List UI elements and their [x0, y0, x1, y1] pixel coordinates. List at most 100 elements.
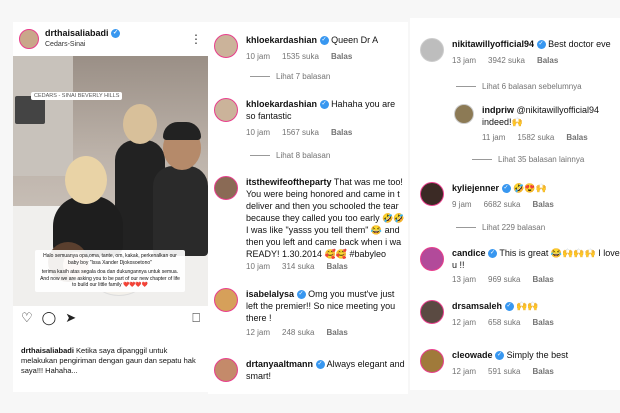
comment-username[interactable]: khloekardashian — [246, 99, 317, 109]
avatar[interactable] — [214, 98, 238, 122]
avatar[interactable] — [420, 349, 444, 373]
comment-time: 10 jam — [246, 52, 271, 61]
reply-button[interactable]: Balas — [532, 200, 553, 209]
view-replies-button[interactable]: Lihat 35 balasan lainnya — [472, 155, 584, 164]
comment-likes[interactable]: 969 suka — [488, 275, 520, 284]
comment-username[interactable]: nikitawillyofficial94 — [452, 39, 534, 49]
avatar[interactable] — [214, 34, 238, 58]
view-replies-label[interactable]: Lihat 7 balasan — [276, 72, 330, 81]
post-author-avatar[interactable] — [19, 29, 39, 49]
comment-likes[interactable]: 1567 suka — [282, 128, 319, 137]
divider — [250, 76, 270, 77]
comments-column-right: nikitawillyofficial94 ✓ Best doctor eve … — [410, 18, 620, 390]
reply-button[interactable]: Balas — [532, 275, 553, 284]
reply-button[interactable]: Balas — [566, 133, 587, 142]
post-author-username[interactable]: drthaisaliabadi — [45, 28, 109, 38]
overlay-paragraph: terima kasih atas segala doa dan dukunga… — [40, 269, 180, 288]
comment-username[interactable]: indpriw — [482, 105, 514, 115]
avatar[interactable] — [214, 176, 238, 200]
photo-monitor — [15, 96, 45, 124]
comment-text: nikitawillyofficial94 ✓ Best doctor eve — [452, 38, 620, 50]
comment-likes[interactable]: 1582 suka — [517, 133, 554, 142]
comment-likes[interactable]: 248 suka — [282, 328, 314, 337]
view-replies-button[interactable]: Lihat 8 balasan — [250, 151, 330, 160]
verified-badge-icon: ✓ — [315, 360, 325, 370]
view-replies-label[interactable]: Lihat 35 balasan lainnya — [498, 155, 584, 164]
avatar[interactable] — [420, 300, 444, 324]
verified-badge-icon: ✓ — [504, 302, 514, 312]
view-replies-button[interactable]: Lihat 229 balasan — [456, 223, 545, 232]
reply-button[interactable]: Balas — [326, 262, 347, 271]
post-photo[interactable]: CEDARS - SINAI BEVERLY HILLS Halo semuan… — [13, 56, 208, 306]
avatar[interactable] — [420, 182, 444, 206]
comment-time: 11 jam — [482, 133, 506, 142]
verified-badge-icon: ✓ — [488, 249, 498, 259]
comment-text: indpriw @nikitawillyofficial94 indeed!🙌 — [482, 104, 620, 128]
comment-content: Queen Dr A — [331, 35, 379, 45]
view-replies-label[interactable]: Lihat 8 balasan — [276, 151, 330, 160]
comment-time: 12 jam — [452, 318, 477, 327]
comment-time: 13 jam — [452, 275, 477, 284]
divider — [250, 155, 270, 156]
divider — [456, 227, 476, 228]
photo-person — [123, 104, 157, 144]
comment-meta: 10 jam 1535 suka Balas — [246, 52, 352, 61]
comment-text: isabelalysa ✓ Omg you must've just left … — [246, 288, 406, 324]
save-icon[interactable]: ⎕ — [192, 311, 200, 324]
verified-badge-icon: ✓ — [501, 184, 511, 194]
comment-likes[interactable]: 1535 suka — [282, 52, 319, 61]
reply-button[interactable]: Balas — [532, 318, 553, 327]
post-header: drthaisaliabadi ✓ Cedars-Sinai ⋮ — [13, 22, 208, 56]
comment-username[interactable]: candice — [452, 248, 486, 258]
like-icon[interactable]: ♡ — [21, 311, 33, 324]
comment-meta: 9 jam 6682 suka Balas — [452, 200, 554, 209]
avatar[interactable] — [420, 38, 444, 62]
comments-column-left: khloekardashian ✓ Queen Dr A 10 jam 1535… — [208, 22, 408, 394]
view-replies-button[interactable]: Lihat 7 balasan — [250, 72, 330, 81]
comment-icon[interactable]: ◯ — [42, 311, 57, 324]
comment-username[interactable]: isabelalysa — [246, 289, 294, 299]
comment-time: 13 jam — [452, 56, 477, 65]
comment-meta: 12 jam 658 suka Balas — [452, 318, 554, 327]
comment-username[interactable]: cleowade — [452, 350, 493, 360]
divider — [456, 86, 476, 87]
comment-likes[interactable]: 658 suka — [488, 318, 520, 327]
reply-button[interactable]: Balas — [532, 367, 553, 376]
comment-meta: 11 jam 1582 suka Balas — [482, 133, 588, 142]
avatar[interactable] — [214, 288, 238, 312]
comment-meta: 12 jam 248 suka Balas — [246, 328, 348, 337]
view-replies-label[interactable]: Lihat 6 balasan sebelumnya — [482, 82, 582, 91]
photo-person — [163, 122, 201, 140]
divider — [472, 159, 492, 160]
comment-time: 9 jam — [452, 200, 472, 209]
view-replies-label[interactable]: Lihat 229 balasan — [482, 223, 545, 232]
post-location[interactable]: Cedars-Sinai — [45, 39, 190, 50]
verified-badge-icon: ✓ — [536, 40, 546, 50]
photo-person — [65, 156, 107, 204]
more-options-icon[interactable]: ⋮ — [190, 32, 202, 46]
avatar[interactable] — [420, 247, 444, 271]
comment-username[interactable]: drtanyaaltmann — [246, 359, 313, 369]
comment-content: 🙌🙌 — [516, 301, 539, 311]
comment-username[interactable]: drsamsaleh — [452, 301, 502, 311]
comment-likes[interactable]: 3942 suka — [488, 56, 525, 65]
post-caption: drthaisaliabadi Ketika saya dipanggil un… — [13, 328, 208, 376]
share-icon[interactable]: ➤ — [65, 311, 76, 324]
caption-username[interactable]: drthaisaliabadi — [21, 346, 74, 355]
comment-username[interactable]: kyliejenner — [452, 183, 499, 193]
comment-username[interactable]: itsthewifeoftheparty — [246, 177, 332, 187]
avatar[interactable] — [214, 358, 238, 382]
comment-likes[interactable]: 6682 suka — [484, 200, 521, 209]
reply-button[interactable]: Balas — [331, 128, 352, 137]
reply-button[interactable]: Balas — [326, 328, 347, 337]
avatar[interactable] — [454, 104, 474, 124]
view-replies-button[interactable]: Lihat 6 balasan sebelumnya — [456, 82, 582, 91]
comment-likes[interactable]: 314 suka — [282, 262, 314, 271]
comment-likes[interactable]: 591 suka — [488, 367, 520, 376]
reply-button[interactable]: Balas — [537, 56, 558, 65]
comment-meta: 13 jam 969 suka Balas — [452, 275, 554, 284]
reply-button[interactable]: Balas — [331, 52, 352, 61]
comment-meta: 13 jam 3942 suka Balas — [452, 56, 558, 65]
comment-username[interactable]: khloekardashian — [246, 35, 317, 45]
verified-badge-icon: ✓ — [111, 29, 121, 39]
